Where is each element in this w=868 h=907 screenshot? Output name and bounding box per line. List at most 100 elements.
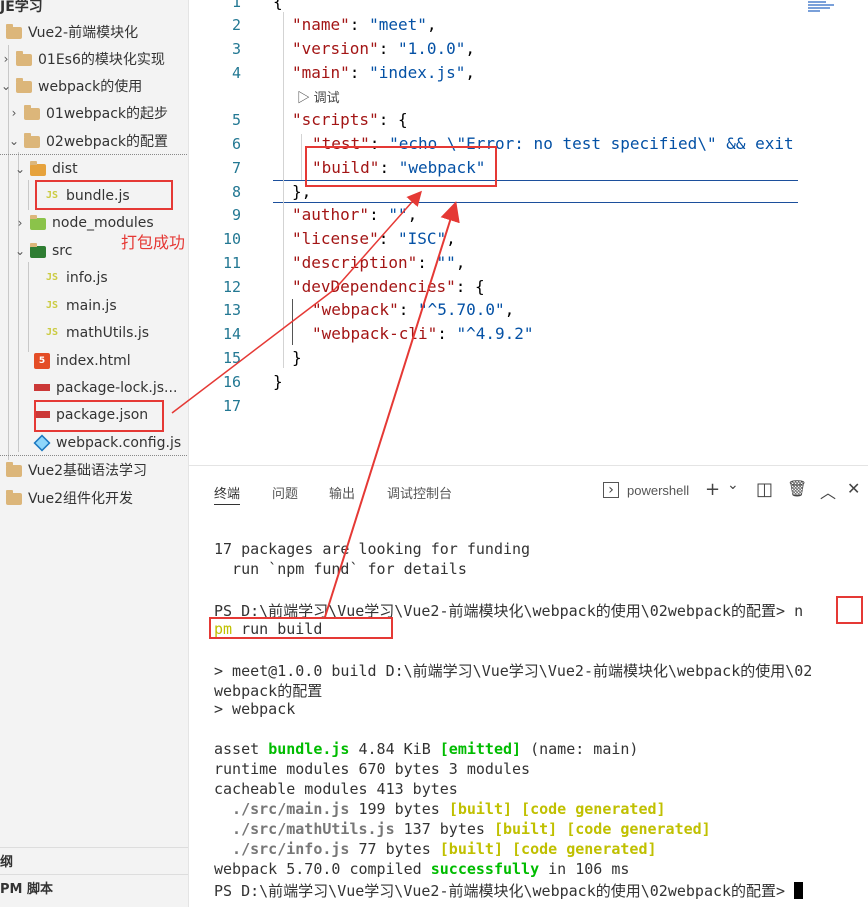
chevron-down-icon: ⌄ xyxy=(0,78,12,93)
line-number: 14 xyxy=(222,325,241,343)
code-line: "description": "", xyxy=(292,253,466,272)
line-number: 17 xyxy=(222,397,241,415)
npm-file-icon xyxy=(34,384,50,391)
folder-src-icon xyxy=(30,242,46,258)
line-number: 2 xyxy=(231,16,241,34)
tree-item-vue2-modular[interactable]: Vue2-前端模块化 xyxy=(0,18,188,45)
terminal-line: > webpack xyxy=(214,700,296,718)
tree-item-webpack-usage[interactable]: ⌄ webpack的使用 xyxy=(0,72,188,99)
terminal-panel[interactable]: 终端 问题 输出 调试控制台 › powershell + ⌄ ◫ 🗑 ︿ ✕ … xyxy=(189,465,868,907)
tree-item-index-html[interactable]: 5 index.html xyxy=(0,347,188,374)
tree-item-webpack-config[interactable]: ⌄ 02webpack的配置 xyxy=(0,127,188,154)
split-terminal-icon[interactable]: ◫ xyxy=(756,479,773,500)
line-number: 6 xyxy=(231,135,241,153)
code-line: "version": "1.0.0", xyxy=(292,39,476,58)
tree-item-main-js[interactable]: JS main.js xyxy=(0,292,188,319)
code-line: "webpack-cli": "^4.9.2" xyxy=(312,324,534,343)
annotation-label: 打包成功 xyxy=(121,233,186,252)
outline-label: 纲 xyxy=(0,855,14,870)
chevron-right-icon: › xyxy=(11,105,17,120)
folder-icon xyxy=(6,461,22,477)
line-number: 5 xyxy=(231,111,241,129)
tree-item-vue2-syntax[interactable]: Vue2基础语法学习 xyxy=(0,456,188,483)
debug-codelens[interactable]: ▷ 调试 xyxy=(297,87,340,106)
trash-icon[interactable]: 🗑 xyxy=(787,479,807,498)
explorer-sidebar: JE学习 Vue2-前端模块化 › 01Es6的模块化实现 ⌄ webpack的… xyxy=(0,0,189,907)
terminal-line: > meet@1.0.0 build D:\前端学习\Vue学习\Vue2-前端… xyxy=(214,662,813,680)
tree-label: package-lock.js... xyxy=(56,379,178,396)
tree-label: webpack.config.js xyxy=(56,434,182,451)
tree-label: 01Es6的模块化实现 xyxy=(38,51,165,68)
folder-icon xyxy=(6,23,22,39)
npm-scripts-section-header[interactable]: PM 脚本 xyxy=(0,874,188,900)
tree-item-dist[interactable]: ⌄ dist xyxy=(0,155,188,182)
line-number: 1 xyxy=(231,0,241,11)
code-line: "name": "meet", xyxy=(292,15,437,34)
tree-label: 02webpack的配置 xyxy=(46,133,169,150)
tree-label: index.html xyxy=(56,352,131,369)
highlight-box-bundle-js xyxy=(35,180,173,210)
tab-problems[interactable]: 问题 xyxy=(272,483,298,502)
tree-item-root[interactable]: JE学习 xyxy=(0,0,188,19)
outline-section-header[interactable]: 纲 xyxy=(0,847,188,873)
code-editor[interactable]: 1 2 3 4 5 6 7 8 9 10 11 12 13 14 15 16 1… xyxy=(189,0,868,465)
add-terminal-icon[interactable]: + xyxy=(705,479,720,500)
tab-output[interactable]: 输出 xyxy=(329,483,355,502)
code-line: "webpack": "^5.70.0", xyxy=(312,300,515,319)
code-line: "author": "", xyxy=(292,205,418,224)
chevron-right-icon: › xyxy=(17,215,23,230)
terminal-module-line: ./src/info.js 77 bytes [built] [code gen… xyxy=(214,840,657,858)
javascript-file-icon: JS xyxy=(45,271,59,283)
tree-item-mathutils-js[interactable]: JS mathUtils.js xyxy=(0,319,188,346)
webpack-file-icon xyxy=(33,434,51,451)
chevron-down-icon[interactable]: ⌄ xyxy=(727,477,739,493)
chevron-down-icon: ⌄ xyxy=(8,133,20,148)
folder-icon xyxy=(16,50,32,66)
tree-item-webpack-config-js[interactable]: webpack.config.js xyxy=(0,429,188,456)
code-line: "devDependencies": { xyxy=(292,277,485,296)
terminal-prompt-line: PS D:\前端学习\Vue学习\Vue2-前端模块化\webpack的使用\0… xyxy=(214,880,804,901)
line-number: 9 xyxy=(231,206,241,224)
maximize-panel-icon[interactable]: ︿ xyxy=(820,479,836,503)
minimap[interactable] xyxy=(808,0,838,22)
html-file-icon: 5 xyxy=(34,352,50,369)
line-number: 12 xyxy=(222,278,241,296)
tree-item-package-lock[interactable]: package-lock.js... xyxy=(0,374,188,401)
tree-item-vue2-components[interactable]: Vue2组件化开发 xyxy=(0,484,188,511)
terminal-line: runtime modules 670 bytes 3 modules xyxy=(214,760,531,778)
line-number: 10 xyxy=(222,230,241,248)
line-number: 4 xyxy=(231,64,241,82)
npm-scripts-label: PM 脚本 xyxy=(0,882,53,897)
close-panel-icon[interactable]: ✕ xyxy=(847,479,860,498)
tree-item-info-js[interactable]: JS info.js xyxy=(0,264,188,291)
terminal-shell-icon: › xyxy=(603,482,619,498)
highlight-box-package-json xyxy=(34,400,164,432)
code-line: "scripts": { xyxy=(292,110,408,129)
folder-dist-icon xyxy=(30,160,46,176)
code-line: } xyxy=(292,348,302,367)
tree-label: mathUtils.js xyxy=(66,324,150,341)
line-number: 8 xyxy=(231,183,241,201)
tab-terminal[interactable]: 终端 xyxy=(214,483,241,505)
shell-selector[interactable]: powershell xyxy=(627,483,689,498)
line-number: 15 xyxy=(222,349,241,367)
tree-label: Vue2基础语法学习 xyxy=(28,462,148,479)
tree-label: Vue2组件化开发 xyxy=(28,490,134,507)
chevron-down-icon: ⌄ xyxy=(14,243,26,258)
tree-label: Vue2-前端模块化 xyxy=(28,24,139,41)
tree-item-webpack-start[interactable]: › 01webpack的起步 xyxy=(0,99,188,126)
line-number: 13 xyxy=(222,301,241,319)
terminal-line: 17 packages are looking for funding xyxy=(214,540,531,558)
terminal-line: cacheable modules 413 bytes xyxy=(214,780,458,798)
terminal-line: webpack的配置 xyxy=(214,682,323,700)
terminal-cursor xyxy=(794,882,804,899)
tree-label: 01webpack的起步 xyxy=(46,105,169,122)
folder-icon xyxy=(6,489,22,505)
code-line: } xyxy=(273,372,283,391)
tab-debug-console[interactable]: 调试控制台 xyxy=(387,483,452,502)
tree-item-es6-modules[interactable]: › 01Es6的模块化实现 xyxy=(0,45,188,72)
code-line: { xyxy=(273,0,283,11)
code-line: "license": "ISC", xyxy=(292,229,456,248)
line-number: 3 xyxy=(231,40,241,58)
terminal-compiled-line: webpack 5.70.0 compiled successfully in … xyxy=(214,860,630,878)
